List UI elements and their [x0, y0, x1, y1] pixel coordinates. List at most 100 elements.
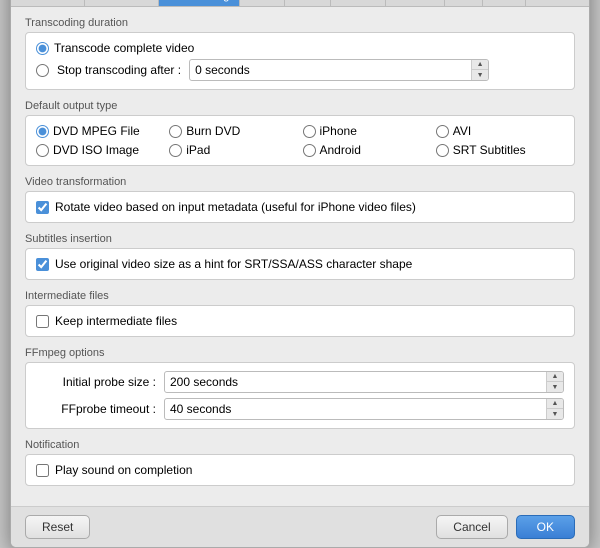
- subtitles-section: Subtitles insertion Use original video s…: [25, 233, 575, 280]
- stop-value-spinbox[interactable]: ▲ ▼: [189, 59, 489, 81]
- action-buttons: Cancel OK: [436, 515, 575, 539]
- tab-transcoding[interactable]: Transcoding: [159, 0, 240, 6]
- radio-srt[interactable]: [436, 144, 449, 157]
- stop-transcoding-row: Stop transcoding after : ▲ ▼: [36, 59, 564, 81]
- tab-android[interactable]: Android: [386, 0, 445, 6]
- reset-button[interactable]: Reset: [25, 515, 90, 539]
- default-output-label: Default output type: [25, 100, 575, 112]
- timeout-up-arrow[interactable]: ▲: [547, 399, 563, 409]
- probe-size-spinbox[interactable]: ▲ ▼: [164, 371, 564, 393]
- play-sound-label: Play sound on completion: [55, 463, 192, 477]
- tab-miscellaneous[interactable]: Miscellaneous: [526, 0, 589, 6]
- tab-content: Transcoding duration Transcode complete …: [11, 7, 589, 506]
- timeout-row: FFprobe timeout : ▲ ▼: [36, 398, 564, 420]
- rotate-video-label: Rotate video based on input metadata (us…: [55, 200, 416, 214]
- transcode-complete-label: Transcode complete video: [54, 41, 194, 55]
- timeout-down-arrow[interactable]: ▼: [547, 409, 563, 419]
- probe-size-arrows: ▲ ▼: [546, 372, 563, 392]
- play-sound-checkbox[interactable]: [36, 464, 49, 477]
- video-transformation-section: Video transformation Rotate video based …: [25, 176, 575, 223]
- default-output-box: DVD MPEG File Burn DVD iPhone AVI: [25, 115, 575, 166]
- rotate-video-checkbox[interactable]: [36, 201, 49, 214]
- subtitles-hint-checkbox[interactable]: [36, 258, 49, 271]
- cancel-button[interactable]: Cancel: [436, 515, 507, 539]
- radio-avi[interactable]: [436, 125, 449, 138]
- label-avi: AVI: [453, 124, 471, 138]
- timeout-label: FFprobe timeout :: [36, 402, 156, 416]
- label-ipad: iPad: [186, 143, 210, 157]
- stop-transcoding-radio[interactable]: [36, 64, 49, 77]
- radio-dvd-iso[interactable]: [36, 144, 49, 157]
- keep-intermediate-row: Keep intermediate files: [36, 314, 564, 328]
- output-android: Android: [303, 143, 431, 157]
- spinbox-up-arrow[interactable]: ▲: [472, 60, 488, 70]
- subtitles-label: Subtitles insertion: [25, 233, 575, 245]
- timeout-arrows: ▲ ▼: [546, 399, 563, 419]
- tab-iph[interactable]: iPh...: [285, 0, 331, 6]
- video-transformation-box: Rotate video based on input metadata (us…: [25, 191, 575, 223]
- probe-size-label: Initial probe size :: [36, 375, 156, 389]
- stop-value-arrows: ▲ ▼: [471, 60, 488, 80]
- notification-box: Play sound on completion: [25, 454, 575, 486]
- tab-avi[interactable]: AVI: [445, 0, 483, 6]
- play-sound-row: Play sound on completion: [36, 463, 564, 477]
- tab-au[interactable]: Au...: [483, 0, 527, 6]
- transcode-complete-radio[interactable]: [36, 42, 49, 55]
- probe-size-row: Initial probe size : ▲ ▼: [36, 371, 564, 393]
- keep-intermediate-checkbox[interactable]: [36, 315, 49, 328]
- radio-burn-dvd[interactable]: [169, 125, 182, 138]
- ffmpeg-label: FFmpeg options: [25, 347, 575, 359]
- subtitles-hint-label: Use original video size as a hint for SR…: [55, 257, 412, 271]
- subtitles-hint-row: Use original video size as a hint for SR…: [36, 257, 564, 271]
- output-avi: AVI: [436, 124, 564, 138]
- probe-down-arrow[interactable]: ▼: [547, 382, 563, 392]
- label-android: Android: [320, 143, 361, 157]
- keep-intermediate-label: Keep intermediate files: [55, 314, 177, 328]
- output-srt: SRT Subtitles: [436, 143, 564, 157]
- bottom-bar: Reset Cancel OK: [11, 506, 589, 547]
- spinbox-down-arrow[interactable]: ▼: [472, 70, 488, 80]
- radio-ipad[interactable]: [169, 144, 182, 157]
- label-dvd-iso: DVD ISO Image: [53, 143, 139, 157]
- tab-media[interactable]: Media To...: [85, 0, 160, 6]
- tab-directories[interactable]: Directories: [11, 0, 85, 6]
- intermediate-files-box: Keep intermediate files: [25, 305, 575, 337]
- notification-section: Notification Play sound on completion: [25, 439, 575, 486]
- stop-value-input[interactable]: [190, 61, 471, 79]
- radio-iphone[interactable]: [303, 125, 316, 138]
- transcoding-duration-section: Transcoding duration Transcode complete …: [25, 17, 575, 90]
- tab-bar: Directories Media To... Transcoding DVD …: [11, 0, 589, 7]
- label-burn-dvd: Burn DVD: [186, 124, 240, 138]
- subtitles-box: Use original video size as a hint for SR…: [25, 248, 575, 280]
- notification-label: Notification: [25, 439, 575, 451]
- transcoding-duration-label: Transcoding duration: [25, 17, 575, 29]
- video-transformation-label: Video transformation: [25, 176, 575, 188]
- radio-android[interactable]: [303, 144, 316, 157]
- output-ipad: iPad: [169, 143, 297, 157]
- main-window: Qt!Movie Settings Directories Media To..…: [10, 0, 590, 548]
- label-iphone: iPhone: [320, 124, 357, 138]
- default-output-section: Default output type DVD MPEG File Burn D…: [25, 100, 575, 166]
- tab-iphone[interactable]: iPhone: [331, 0, 386, 6]
- stop-transcoding-label: Stop transcoding after :: [57, 63, 181, 77]
- output-options-grid: DVD MPEG File Burn DVD iPhone AVI: [36, 124, 564, 157]
- label-dvd-mpeg: DVD MPEG File: [53, 124, 140, 138]
- radio-dvd-mpeg[interactable]: [36, 125, 49, 138]
- probe-size-input[interactable]: [165, 373, 546, 391]
- label-srt: SRT Subtitles: [453, 143, 526, 157]
- timeout-spinbox[interactable]: ▲ ▼: [164, 398, 564, 420]
- output-dvd-mpeg: DVD MPEG File: [36, 124, 164, 138]
- output-dvd-iso: DVD ISO Image: [36, 143, 164, 157]
- tab-dvd[interactable]: DVD: [240, 0, 284, 6]
- ffmpeg-box: Initial probe size : ▲ ▼ FFprobe timeout…: [25, 362, 575, 429]
- ffmpeg-section: FFmpeg options Initial probe size : ▲ ▼ …: [25, 347, 575, 429]
- output-iphone: iPhone: [303, 124, 431, 138]
- output-burn-dvd: Burn DVD: [169, 124, 297, 138]
- ok-button[interactable]: OK: [516, 515, 575, 539]
- intermediate-files-section: Intermediate files Keep intermediate fil…: [25, 290, 575, 337]
- rotate-video-row: Rotate video based on input metadata (us…: [36, 200, 564, 214]
- transcoding-duration-box: Transcode complete video Stop transcodin…: [25, 32, 575, 90]
- probe-up-arrow[interactable]: ▲: [547, 372, 563, 382]
- transcode-complete-row: Transcode complete video: [36, 41, 564, 55]
- timeout-input[interactable]: [165, 400, 546, 418]
